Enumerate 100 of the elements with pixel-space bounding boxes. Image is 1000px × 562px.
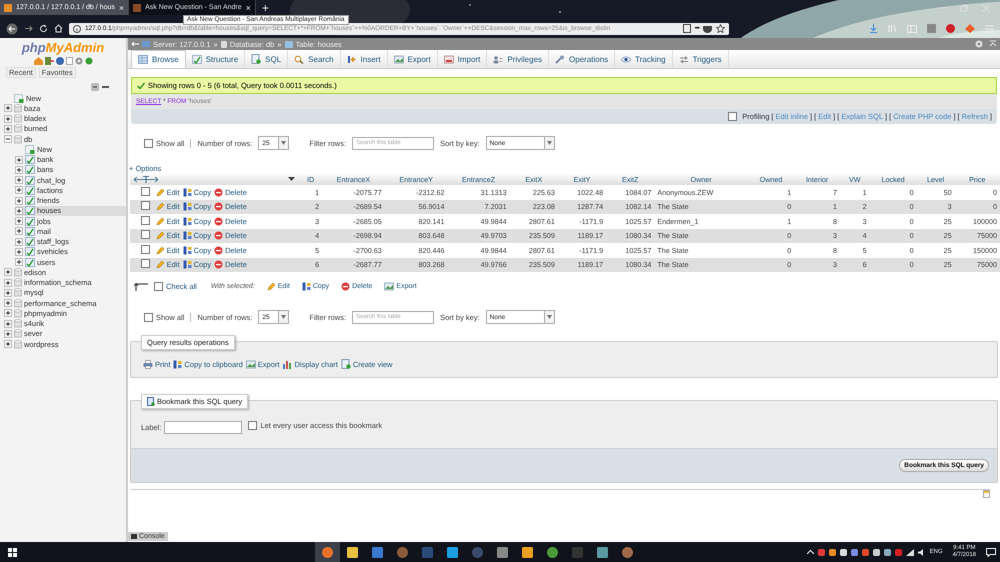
app-icon[interactable] xyxy=(497,546,508,558)
expand-icon[interactable] xyxy=(15,227,23,236)
expand-icon[interactable] xyxy=(15,166,23,174)
gear-icon[interactable] xyxy=(975,40,983,48)
document-icon xyxy=(340,359,351,369)
tab[interactable]: Browse xyxy=(131,50,186,68)
checkbox[interactable] xyxy=(140,186,150,196)
home-icon[interactable] xyxy=(54,24,63,33)
tab[interactable]: Export xyxy=(388,50,438,68)
new-tab-button[interactable]: + xyxy=(256,0,275,15)
reload-icon[interactable] xyxy=(39,24,48,33)
wifi-icon[interactable] xyxy=(906,548,914,556)
copy-icon xyxy=(182,246,192,255)
back-arrow-icon[interactable] xyxy=(131,41,139,47)
expand-icon[interactable] xyxy=(4,288,12,297)
tab[interactable]: Insert xyxy=(340,50,388,68)
pocket-icon[interactable] xyxy=(703,24,712,32)
extension-icon[interactable] xyxy=(946,24,955,33)
app-icon[interactable] xyxy=(547,546,558,558)
person-icon xyxy=(493,54,504,64)
column-arrows-icon[interactable] xyxy=(134,176,158,182)
checkbox[interactable] xyxy=(140,201,150,210)
help-icon[interactable] xyxy=(56,57,64,65)
expand-icon[interactable] xyxy=(4,268,12,276)
expand-icon[interactable] xyxy=(4,114,12,123)
caret-icon[interactable] xyxy=(806,550,814,554)
star-icon[interactable] xyxy=(716,24,725,33)
checkbox[interactable] xyxy=(140,244,150,254)
expand-icon[interactable] xyxy=(15,176,23,184)
tab[interactable]: Triggers xyxy=(672,50,729,68)
tab[interactable]: Search xyxy=(288,50,341,68)
checkbox[interactable] xyxy=(728,112,738,121)
app-icon[interactable] xyxy=(347,546,358,558)
minus-circle-icon xyxy=(214,216,224,226)
expand-icon[interactable] xyxy=(4,278,12,287)
info-icon xyxy=(73,24,81,32)
speaker-icon[interactable] xyxy=(918,548,926,556)
checkbox[interactable] xyxy=(140,216,150,225)
expand-icon[interactable] xyxy=(4,104,12,112)
checkbox[interactable] xyxy=(154,282,163,291)
app-icon[interactable] xyxy=(522,546,533,558)
checkbox[interactable] xyxy=(144,138,153,148)
checkbox[interactable] xyxy=(140,259,150,268)
close-tab-button[interactable]: × xyxy=(118,2,124,12)
expand-icon[interactable] xyxy=(4,320,12,328)
close-tab-button[interactable]: × xyxy=(246,2,251,12)
tab[interactable]: Privileges xyxy=(487,50,550,68)
table-icon xyxy=(25,206,35,216)
expand-icon[interactable] xyxy=(15,238,23,246)
corner-arrow-icon xyxy=(134,282,148,290)
table-icon xyxy=(25,186,35,195)
arrows-icon xyxy=(678,54,689,64)
expand-icon[interactable] xyxy=(15,248,23,256)
reader-icon[interactable] xyxy=(682,24,691,33)
checkbox[interactable] xyxy=(140,230,150,240)
tab[interactable]: Operations xyxy=(549,50,616,68)
gear-icon[interactable] xyxy=(74,57,82,65)
document-icon xyxy=(147,397,155,406)
start-icon[interactable] xyxy=(8,548,17,556)
plus-icon xyxy=(346,54,357,64)
back-icon[interactable] xyxy=(6,22,18,34)
check-icon xyxy=(137,82,145,89)
image-icon xyxy=(384,282,394,291)
tab[interactable]: Import xyxy=(438,50,488,68)
caret-icon xyxy=(281,315,286,319)
console-icon xyxy=(131,534,137,539)
new-icon xyxy=(14,94,24,103)
tab[interactable]: Structure xyxy=(186,50,246,68)
app-icon[interactable] xyxy=(447,546,458,558)
collapse-icon[interactable] xyxy=(4,135,12,144)
tab[interactable]: SQL xyxy=(245,50,288,68)
expand-icon[interactable] xyxy=(15,156,23,164)
label-field[interactable] xyxy=(164,421,242,434)
expand-icon[interactable] xyxy=(15,217,23,226)
logo[interactable]: phpMyAdmin xyxy=(0,38,126,55)
table-icon xyxy=(25,176,35,185)
expand-icon[interactable] xyxy=(4,330,12,338)
minus-circle-icon xyxy=(214,188,224,197)
caret-icon[interactable] xyxy=(288,177,296,181)
minus-circle-icon xyxy=(341,282,350,291)
copy-icon xyxy=(182,231,192,240)
expand-icon[interactable] xyxy=(4,299,12,308)
expand-icon[interactable] xyxy=(15,258,23,266)
forward-icon[interactable] xyxy=(24,24,33,33)
checkbox[interactable] xyxy=(248,421,258,430)
exit-icon[interactable] xyxy=(44,57,54,65)
table-icon xyxy=(192,54,202,64)
expand-icon[interactable] xyxy=(4,309,12,318)
expand-icon[interactable] xyxy=(4,340,12,348)
new-icon xyxy=(25,144,35,154)
expand-icon[interactable] xyxy=(15,186,23,194)
expand-icon[interactable] xyxy=(15,206,23,215)
tab[interactable]: Tracking xyxy=(615,50,673,68)
checkbox[interactable] xyxy=(144,312,153,322)
collapse-all-icon[interactable] xyxy=(91,83,99,91)
app-icon[interactable] xyxy=(372,546,383,558)
notification-icon[interactable] xyxy=(986,548,996,556)
expand-icon[interactable] xyxy=(4,124,12,133)
app-icon[interactable] xyxy=(597,546,608,558)
expand-icon[interactable] xyxy=(15,196,23,205)
